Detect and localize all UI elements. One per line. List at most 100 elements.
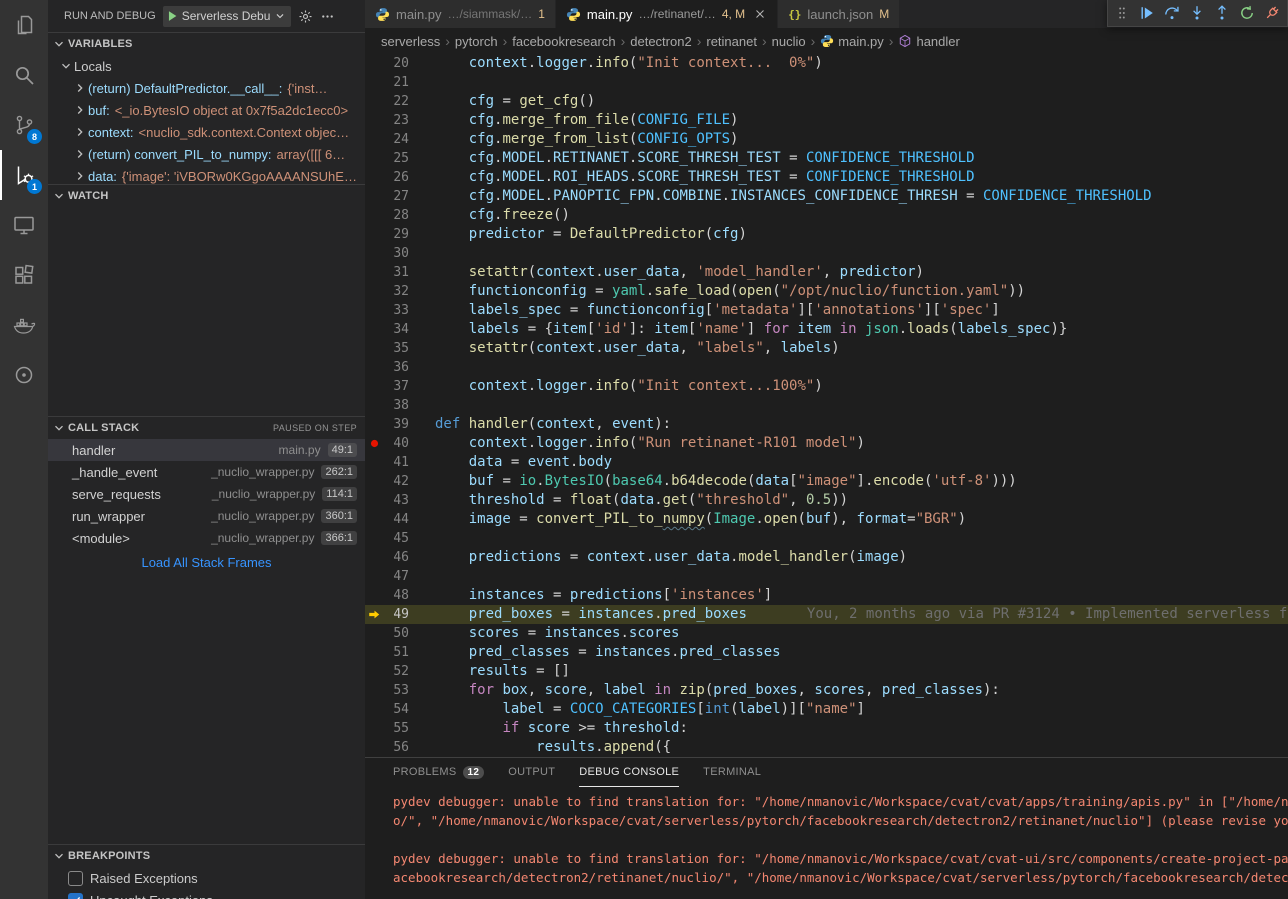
checkbox[interactable] (68, 871, 83, 886)
panel-tab-terminal[interactable]: TERMINAL (703, 758, 761, 787)
code-line[interactable]: 31 setattr(context.user_data, 'model_han… (365, 263, 1288, 282)
code-line[interactable]: 55 if score >= threshold: (365, 719, 1288, 738)
breadcrumb-item[interactable]: facebookresearch (512, 34, 615, 49)
breakpoint-margin[interactable] (365, 662, 383, 681)
breakpoint-margin[interactable] (365, 472, 383, 491)
breakpoint-margin[interactable] (365, 168, 383, 187)
code-line[interactable]: 27 cfg.MODEL.PANOPTIC_FPN.COMBINE.INSTAN… (365, 187, 1288, 206)
activity-item-test-explorer[interactable] (0, 350, 48, 400)
activity-item-run-and-debug[interactable]: 1 (0, 150, 48, 200)
code-line[interactable]: 28 cfg.freeze() (365, 206, 1288, 225)
code-line[interactable]: 20 context.logger.info("Init context... … (365, 54, 1288, 73)
code-line[interactable]: 34 labels = {item['id']: item['name'] fo… (365, 320, 1288, 339)
breakpoint-margin[interactable] (365, 624, 383, 643)
panel-tab-output[interactable]: OUTPUT (508, 758, 555, 787)
call-stack-section-header[interactable]: CALL STACK PAUSED ON STEP (48, 417, 365, 439)
breakpoint-margin[interactable] (365, 244, 383, 263)
editor-tab[interactable]: main.py…/retinanet/…4, M (556, 0, 778, 28)
activity-item-remote-explorer[interactable] (0, 200, 48, 250)
code-line[interactable]: 52 results = [] (365, 662, 1288, 681)
code-line[interactable]: 38 (365, 396, 1288, 415)
panel-tab-debug-console[interactable]: DEBUG CONSOLE (579, 758, 679, 787)
activity-item-extensions[interactable] (0, 250, 48, 300)
load-all-stack-frames-link[interactable]: Load All Stack Frames (48, 551, 365, 573)
variable-row[interactable]: buf:<_io.BytesIO object at 0x7f5a2dc1ecc… (48, 99, 365, 121)
code-line[interactable]: 24 cfg.merge_from_list(CONFIG_OPTS) (365, 130, 1288, 149)
debug-drag-handle[interactable] (1110, 2, 1133, 25)
breadcrumb-item[interactable]: handler (898, 34, 959, 49)
breakpoint-icon[interactable] (365, 434, 383, 453)
debug-step-over-button[interactable] (1160, 2, 1183, 25)
code-line[interactable]: 29 predictor = DefaultPredictor(cfg) (365, 225, 1288, 244)
code-line[interactable]: 21 (365, 73, 1288, 92)
breakpoint-margin[interactable] (365, 377, 383, 396)
code-line[interactable]: 26 cfg.MODEL.ROI_HEADS.SCORE_THRESH_TEST… (365, 168, 1288, 187)
stack-frame[interactable]: serve_requests_nuclio_wrapper.py114:1 (48, 483, 365, 505)
breakpoint-margin[interactable] (365, 92, 383, 111)
current-line-arrow-icon[interactable] (365, 605, 383, 624)
breakpoint-margin[interactable] (365, 738, 383, 757)
breakpoint-margin[interactable] (365, 206, 383, 225)
variable-row[interactable]: context:<nuclio_sdk.context.Context obje… (48, 121, 365, 143)
code-line[interactable]: 37 context.logger.info("Init context...1… (365, 377, 1288, 396)
breakpoint-margin[interactable] (365, 681, 383, 700)
code-line[interactable]: 30 (365, 244, 1288, 263)
debug-step-into-button[interactable] (1185, 2, 1208, 25)
code-line[interactable]: 25 cfg.MODEL.RETINANET.SCORE_THRESH_TEST… (365, 149, 1288, 168)
breadcrumb-item[interactable]: pytorch (455, 34, 498, 49)
breakpoint-margin[interactable] (365, 491, 383, 510)
code-line[interactable]: 35 setattr(context.user_data, "labels", … (365, 339, 1288, 358)
code-line[interactable]: 53 for box, score, label in zip(pred_box… (365, 681, 1288, 700)
debug-console-output[interactable]: pydev debugger: unable to find translati… (365, 787, 1288, 887)
breakpoint-margin[interactable] (365, 73, 383, 92)
code-line[interactable]: 42 buf = io.BytesIO(base64.b64decode(dat… (365, 472, 1288, 491)
breadcrumb-item[interactable]: nuclio (772, 34, 806, 49)
breadcrumb-item[interactable]: main.py (820, 34, 884, 49)
stack-frame[interactable]: <module>_nuclio_wrapper.py366:1 (48, 527, 365, 549)
breakpoint-margin[interactable] (365, 320, 383, 339)
breakpoint-margin[interactable] (365, 225, 383, 244)
breakpoint-margin[interactable] (365, 111, 383, 130)
breakpoint-margin[interactable] (365, 548, 383, 567)
code-line[interactable]: 41 data = event.body (365, 453, 1288, 472)
breakpoint-margin[interactable] (365, 187, 383, 206)
checkbox[interactable] (68, 893, 83, 899)
code-line[interactable]: 46 predictions = context.user_data.model… (365, 548, 1288, 567)
breakpoint-margin[interactable] (365, 719, 383, 738)
breadcrumb-item[interactable]: serverless (381, 34, 440, 49)
code-line[interactable]: 51 pred_classes = instances.pred_classes (365, 643, 1288, 662)
close-icon[interactable] (753, 7, 767, 21)
breakpoint-margin[interactable] (365, 567, 383, 586)
debug-continue-button[interactable] (1135, 2, 1158, 25)
breakpoint-margin[interactable] (365, 586, 383, 605)
breakpoint-margin[interactable] (365, 54, 383, 73)
stack-frame[interactable]: run_wrapper_nuclio_wrapper.py360:1 (48, 505, 365, 527)
code-line[interactable]: 43 threshold = float(data.get("threshold… (365, 491, 1288, 510)
breakpoints-section-header[interactable]: BREAKPOINTS (48, 845, 365, 867)
code-line[interactable]: 36 (365, 358, 1288, 377)
variable-row[interactable]: (return) convert_PIL_to_numpy:array([[[ … (48, 143, 365, 165)
editor-tab[interactable]: main.py…/siammask/…1 (365, 0, 556, 28)
code-line[interactable]: 44 image = convert_PIL_to_numpy(Image.op… (365, 510, 1288, 529)
activity-item-source-control[interactable]: 8 (0, 100, 48, 150)
code-line[interactable]: 40 context.logger.info("Run retinanet-R1… (365, 434, 1288, 453)
code-line[interactable]: 56 results.append({ (365, 738, 1288, 757)
debug-restart-button[interactable] (1235, 2, 1258, 25)
stack-frame[interactable]: _handle_event_nuclio_wrapper.py262:1 (48, 461, 365, 483)
breakpoint-margin[interactable] (365, 282, 383, 301)
variable-row[interactable]: data:{'image': 'iVBORw0KGgoAAAANSUhE… (48, 165, 365, 184)
code-line[interactable]: 54 label = COCO_CATEGORIES[int(label)]["… (365, 700, 1288, 719)
breakpoint-margin[interactable] (365, 415, 383, 434)
breakpoint-margin[interactable] (365, 643, 383, 662)
breakpoint-margin[interactable] (365, 263, 383, 282)
breadcrumb-item[interactable]: retinanet (706, 34, 757, 49)
code-line[interactable]: 47 (365, 567, 1288, 586)
breakpoint-margin[interactable] (365, 130, 383, 149)
variable-row[interactable]: (return) DefaultPredictor.__call__:{'ins… (48, 77, 365, 99)
activity-item-docker[interactable] (0, 300, 48, 350)
code-line[interactable]: 48 instances = predictions['instances'] (365, 586, 1288, 605)
stack-frame[interactable]: handlermain.py49:1 (48, 439, 365, 461)
breakpoint-margin[interactable] (365, 453, 383, 472)
start-debug-icon[interactable] (165, 9, 179, 23)
editor-tab[interactable]: {}launch.jsonM (778, 0, 900, 28)
